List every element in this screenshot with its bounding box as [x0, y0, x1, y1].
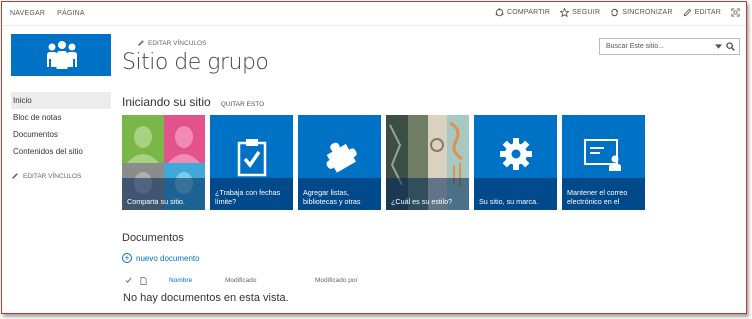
pencil-icon: [12, 173, 18, 179]
tile-style[interactable]: ¿Cuál es su estilo?: [386, 115, 469, 210]
star-icon: [560, 8, 570, 17]
clipboard-check-icon: [237, 139, 266, 177]
pencil-icon: [683, 8, 691, 17]
sync-icon: [611, 8, 619, 17]
new-document-label: nuevo documento: [136, 253, 200, 263]
edit-links-label: EDITAR VÍNCULOS: [148, 39, 207, 47]
gear-icon: [499, 138, 532, 170]
getting-started-header: Iniciando su sitio QUITAR ESTO: [122, 95, 264, 109]
puzzle-icon: [326, 142, 357, 173]
document-type-icon: [140, 277, 147, 287]
tile-add-lists[interactable]: Agregar listas, bibliotecas y otras: [298, 115, 381, 210]
column-modified[interactable]: Modificado: [225, 277, 256, 284]
search-placeholder: Buscar Este sitio...: [606, 43, 664, 50]
tile-brand[interactable]: Su sitio, su marca.: [474, 115, 557, 210]
sync-button[interactable]: SINCRONIZAR: [610, 8, 672, 17]
edit-links-nav-label: EDITAR VÍNCULOS: [23, 172, 82, 180]
pencil-icon: [138, 40, 144, 46]
site-title[interactable]: Sitio de grupo: [122, 50, 269, 75]
focus-icon[interactable]: [731, 8, 740, 17]
tile-deadlines[interactable]: ¿Trabaja con fechas límite?: [210, 115, 293, 210]
edit-links-top[interactable]: EDITAR VÍNCULOS: [137, 39, 206, 47]
column-name[interactable]: Nombre: [169, 277, 192, 284]
nav-page[interactable]: PÁGINA: [57, 10, 85, 17]
tile-caption: ¿Trabaja con fechas límite?: [210, 178, 293, 210]
column-modified-by[interactable]: Modificado por: [315, 277, 358, 284]
empty-view-message: No hay documentos en esta vista.: [123, 292, 289, 304]
plus-icon: +: [122, 253, 132, 263]
tile-caption: Su sitio, su marca.: [474, 178, 557, 210]
edit-links-nav[interactable]: EDITAR VÍNCULOS: [11, 172, 111, 180]
site-logo[interactable]: [11, 34, 111, 76]
tile-caption: Mantener el correo electrónico en el: [562, 178, 645, 210]
share-icon: [495, 8, 504, 17]
nav-item-contenidos[interactable]: Contenidos del sitio: [11, 143, 111, 160]
documents-title[interactable]: Documentos: [122, 232, 184, 244]
documents-column-headers: Nombre Modificado Modificado por: [122, 277, 422, 287]
share-label: COMPARTIR: [507, 9, 551, 16]
mail-contact-icon: [583, 139, 621, 171]
nav-item-inicio[interactable]: Inicio: [11, 92, 111, 109]
sync-label: SINCRONIZAR: [622, 9, 673, 16]
follow-label: SEGUIR: [572, 9, 601, 16]
edit-label: EDITAR: [694, 9, 721, 16]
nav-navigate[interactable]: NAVEGAR: [10, 10, 45, 17]
share-button[interactable]: COMPARTIR: [495, 8, 550, 17]
people-logo-icon: [47, 41, 77, 69]
follow-button[interactable]: SEGUIR: [560, 8, 600, 17]
search-box[interactable]: Buscar Este sitio...: [599, 38, 740, 55]
tile-share-site[interactable]: Comparta su sitio.: [122, 115, 205, 210]
tile-caption: Agregar listas, bibliotecas y otras: [298, 178, 381, 210]
nav-item-bloc-de-notas[interactable]: Bloc de notas: [11, 109, 111, 126]
getting-started-title: Iniciando su sitio: [122, 95, 211, 109]
checkmark-icon[interactable]: [125, 277, 132, 286]
tile-caption: Comparta su sitio.: [122, 178, 205, 210]
remove-this-link[interactable]: QUITAR ESTO: [221, 101, 264, 108]
edit-button[interactable]: EDITAR: [683, 8, 721, 17]
suite-bar: NAVEGAR PÁGINA COMPARTIR SEGUIR SINCRONI…: [2, 2, 746, 26]
tile-caption: ¿Cuál es su estilo?: [386, 178, 469, 210]
app-frame: NAVEGAR PÁGINA COMPARTIR SEGUIR SINCRONI…: [1, 1, 747, 314]
nav-item-documentos[interactable]: Documentos: [11, 126, 111, 143]
tile-email[interactable]: Mantener el correo electrónico en el: [562, 115, 645, 210]
new-document-button[interactable]: + nuevo documento: [122, 253, 200, 263]
search-icon[interactable]: [726, 42, 735, 51]
quick-launch: Inicio Bloc de notas Documentos Contenid…: [11, 92, 111, 180]
chevron-down-icon[interactable]: [715, 44, 722, 49]
